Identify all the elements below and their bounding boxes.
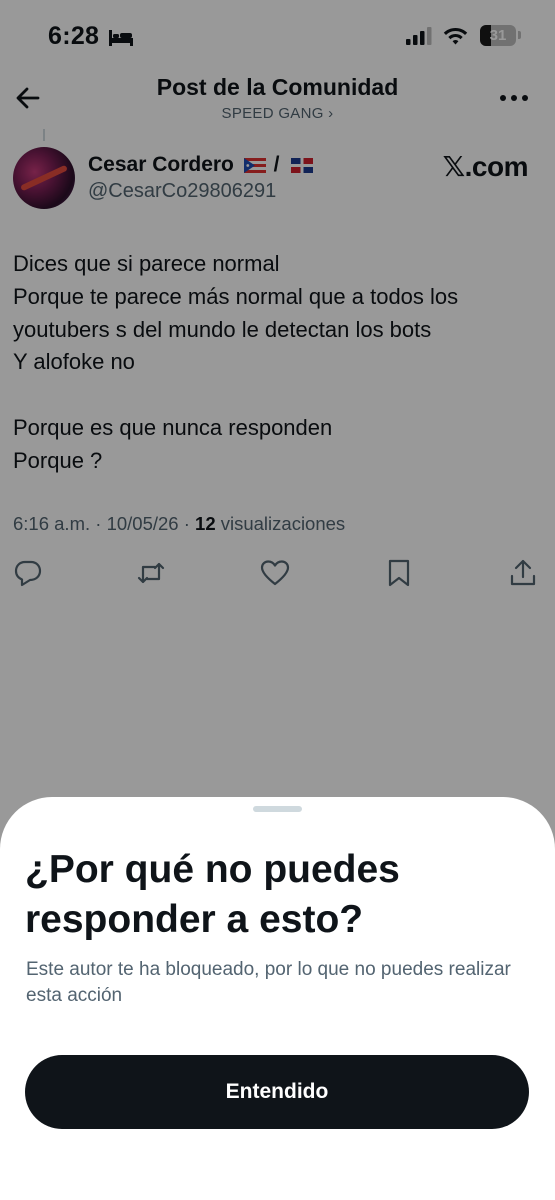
sheet-description: Este autor te ha bloqueado, por lo que n… <box>26 959 511 1006</box>
sheet-drag-handle[interactable] <box>253 806 302 812</box>
bottom-sheet: ¿Por qué no puedes responder a esto? Est… <box>0 797 555 1200</box>
sheet-title: ¿Por qué no puedes responder a esto? <box>25 848 400 941</box>
understood-button[interactable]: Entendido <box>25 1055 529 1129</box>
